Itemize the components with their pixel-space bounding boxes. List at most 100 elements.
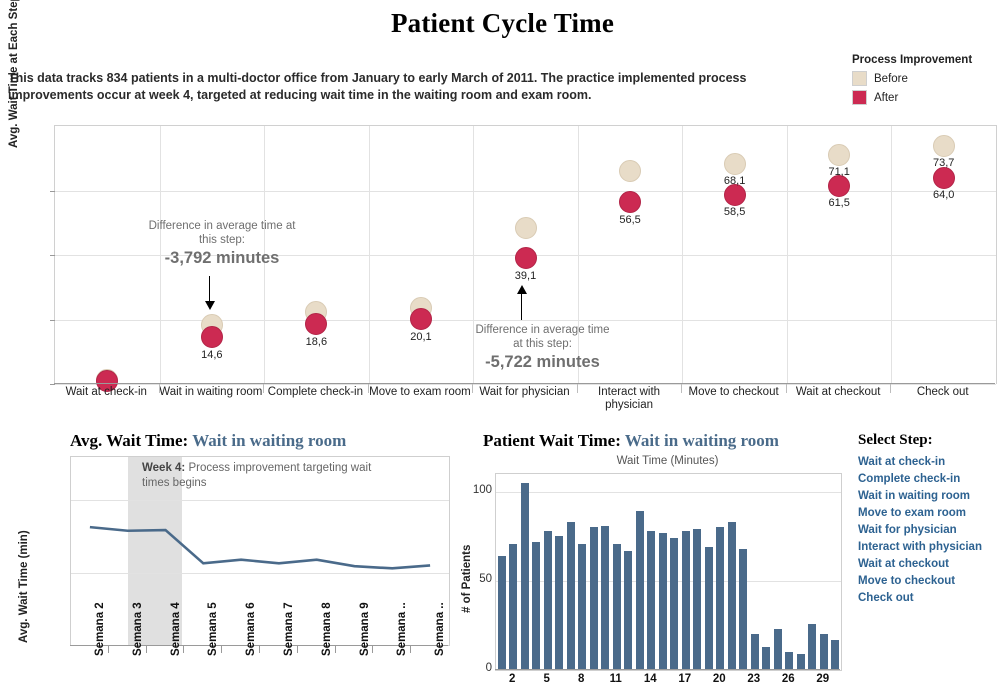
line-chart-x-tick	[221, 646, 223, 653]
bar-chart-bar[interactable]	[497, 555, 506, 670]
line-chart-x-tick-label: Semana 9	[358, 602, 371, 656]
bar-chart-bar[interactable]	[670, 538, 679, 670]
main-chart-y-tick-mark	[50, 319, 55, 321]
bar-chart-bar[interactable]	[704, 547, 713, 670]
bar-chart-bar[interactable]	[658, 532, 667, 670]
main-chart-point-before[interactable]	[932, 135, 955, 158]
main-chart-category-separator	[891, 126, 893, 384]
main-chart-point-label: 14,6	[201, 348, 223, 361]
main-chart-x-separator	[472, 384, 474, 393]
main-chart-x-tick-label[interactable]: Check out	[890, 386, 995, 399]
bar-chart-bar[interactable]	[808, 623, 817, 670]
main-chart-x-tick-label[interactable]: Wait for physician	[472, 386, 577, 399]
bar-chart-bar[interactable]	[555, 536, 564, 670]
main-chart-x-tick-label[interactable]: Move to checkout	[681, 386, 786, 399]
main-chart-x-separator	[158, 384, 160, 393]
main-chart-x-tick-label[interactable]: Complete check-in	[263, 386, 368, 399]
line-chart-x-tick	[372, 646, 374, 653]
line-chart-x-tick	[296, 646, 298, 653]
main-chart-point-after[interactable]	[723, 184, 746, 207]
select-step-item-wait-for-physician[interactable]: Wait for physician	[858, 522, 1003, 539]
select-step-item-move-to-checkout[interactable]: Move to checkout	[858, 573, 1003, 590]
annotation-value: -5,722 minutes	[485, 353, 600, 371]
main-chart-point-after[interactable]	[305, 313, 328, 335]
main-chart-point-label-secondary: 64,0	[933, 188, 955, 201]
main-chart-point-after[interactable]	[932, 166, 955, 189]
bar-chart-bar[interactable]	[647, 531, 656, 670]
line-chart-y-axis-title: Avg. Wait Time (min)	[18, 530, 30, 643]
bar-chart-gridline	[496, 491, 841, 493]
line-chart-x-tick-label: Semana ..	[396, 602, 409, 656]
bar-chart-bar[interactable]	[532, 541, 541, 670]
bar-chart-bar[interactable]	[796, 653, 805, 670]
bar-chart-plot-area	[495, 473, 842, 671]
intro-description: This data tracks 834 patients in a multi…	[8, 71, 747, 102]
select-step-item-wait-at-check-in[interactable]: Wait at check-in	[858, 454, 1003, 471]
main-chart-point-after[interactable]	[619, 190, 642, 213]
bar-chart-bar[interactable]	[773, 629, 782, 670]
main-chart-x-separator	[785, 384, 787, 393]
bar-chart-bar[interactable]	[762, 646, 771, 670]
bar-chart-bar[interactable]	[693, 529, 702, 670]
patient-wait-time-panel: Patient Wait Time: Wait in waiting room …	[455, 428, 855, 699]
select-step-item-wait-at-checkout[interactable]: Wait at checkout	[858, 556, 1003, 573]
main-chart-point-label: 73,7	[933, 157, 955, 170]
bar-chart-bar[interactable]	[578, 543, 587, 670]
main-chart-x-tick-label[interactable]: Wait at check-in	[54, 386, 159, 399]
main-chart-annotation-waiting-room: Difference in average time at this step: -…	[132, 219, 312, 268]
main-chart-point-after[interactable]	[828, 174, 851, 197]
main-chart-point-before[interactable]	[828, 143, 851, 166]
main-chart-point-after[interactable]	[409, 308, 432, 331]
bar-chart-bar[interactable]	[739, 548, 748, 670]
main-chart-point-label-secondary: 61,5	[828, 196, 850, 209]
bar-chart-x-tick-label: 26	[781, 673, 795, 685]
legend-item-after[interactable]: After	[852, 90, 1002, 105]
line-chart-x-tick-label: Semana 6	[245, 602, 258, 656]
bar-chart-bar[interactable]	[681, 531, 690, 670]
bar-chart-bar[interactable]	[819, 634, 828, 670]
main-chart-x-tick-label[interactable]: Interact with physician	[577, 386, 682, 412]
annotation-line-1: Difference in average time	[475, 324, 610, 336]
line-chart-x-tick	[259, 646, 260, 653]
line-chart-x-axis	[70, 645, 448, 654]
bar-chart-bar[interactable]	[509, 543, 518, 670]
bar-chart-bar[interactable]	[520, 482, 529, 670]
main-chart-point-before[interactable]	[619, 159, 642, 182]
main-chart-x-tick-label[interactable]: Wait in waiting room	[159, 386, 264, 399]
line-chart-x-tick	[145, 646, 147, 653]
select-step-item-move-to-exam-room[interactable]: Move to exam room	[858, 505, 1003, 522]
main-chart-point-before[interactable]	[514, 216, 537, 239]
bar-chart-bar[interactable]	[716, 527, 725, 670]
bar-chart-bar[interactable]	[635, 511, 644, 670]
bar-chart-bar[interactable]	[750, 634, 759, 670]
bar-chart-bar[interactable]	[727, 522, 736, 670]
select-step-item-complete-check-in[interactable]: Complete check-in	[858, 471, 1003, 488]
legend-item-before[interactable]: Before	[852, 71, 1002, 86]
bar-chart-bar[interactable]	[543, 531, 552, 670]
bar-chart-x-tick-label: 20	[712, 673, 726, 685]
annotation-arrow-head-down	[205, 301, 215, 310]
main-chart-y-axis-title: Avg. Wait Time at Each Step (min)	[8, 0, 20, 148]
bar-chart-bar[interactable]	[785, 652, 794, 670]
main-chart-x-tick-label[interactable]: Move to exam room	[368, 386, 473, 399]
main-chart-x-tick-label[interactable]: Wait at checkout	[786, 386, 891, 399]
legend: Process Improvement Before After	[852, 54, 1002, 109]
bar-chart-x-tick-label: 17	[678, 673, 692, 685]
bar-chart-bar[interactable]	[589, 527, 598, 670]
select-step-item-wait-in-waiting-room[interactable]: Wait in waiting room	[858, 488, 1003, 505]
select-step-item-interact-with-physician[interactable]: Interact with physician	[858, 539, 1003, 556]
select-step-item-check-out[interactable]: Check out	[858, 590, 1003, 607]
bar-chart-title-prefix: Patient Wait Time:	[483, 431, 621, 450]
bar-chart-bar[interactable]	[624, 550, 633, 670]
main-chart-point-after[interactable]	[514, 246, 537, 269]
main-chart-y-tick-mark	[50, 190, 55, 192]
annotation-arrow-head-up	[517, 285, 527, 294]
bar-chart-bar[interactable]	[601, 525, 610, 670]
bar-chart-bar[interactable]	[612, 543, 621, 670]
main-chart-point-after[interactable]	[200, 325, 223, 348]
bar-chart-bar[interactable]	[831, 639, 840, 670]
main-chart-category-separator	[786, 126, 788, 384]
bar-chart-bar[interactable]	[566, 522, 575, 670]
main-chart-point-before[interactable]	[723, 153, 746, 176]
main-chart-annotation-wait-for-physician: Difference in average time at this step: -…	[455, 323, 630, 372]
